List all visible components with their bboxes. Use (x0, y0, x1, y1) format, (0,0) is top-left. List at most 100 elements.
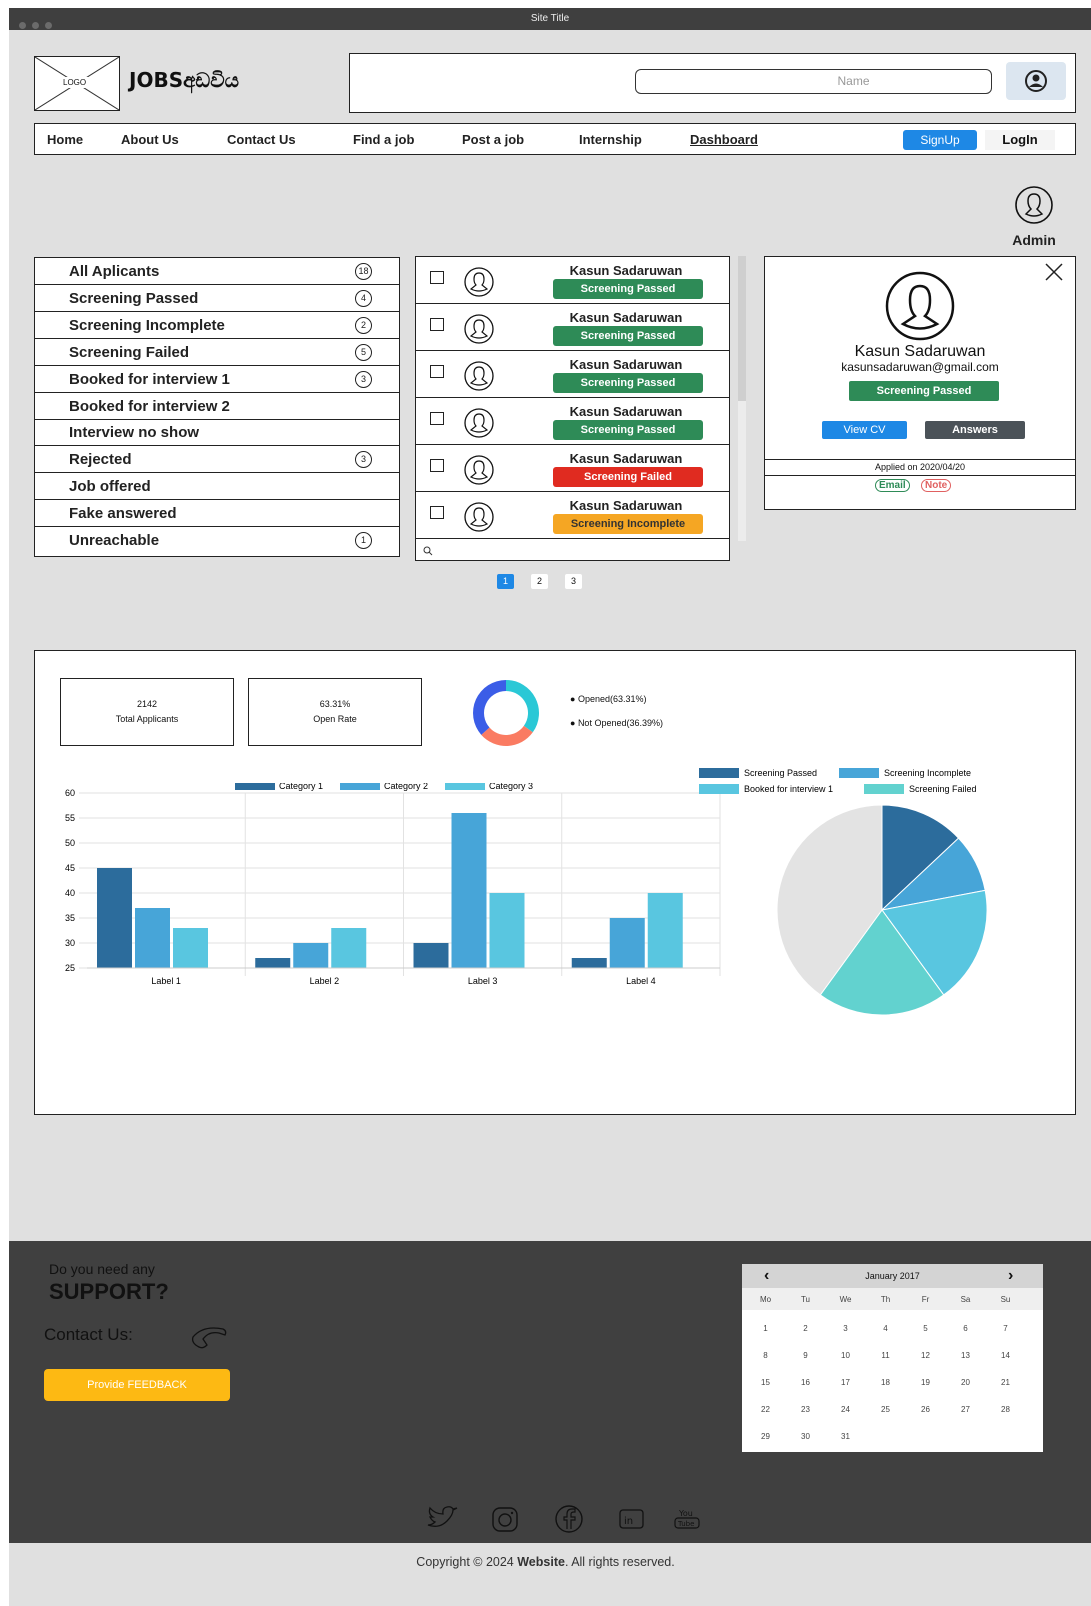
filter-item[interactable]: Unreachable 1 (35, 527, 399, 554)
calendar-day[interactable]: 17 (825, 1378, 866, 1387)
close-icon[interactable] (1043, 261, 1065, 283)
calendar-day[interactable]: 14 (985, 1351, 1026, 1360)
answers-button[interactable]: Answers (925, 421, 1025, 439)
nav-dashboard[interactable]: Dashboard (690, 132, 758, 147)
applicant-row[interactable]: Kasun Sadaruwan Screening Passed (416, 304, 729, 351)
calendar-day[interactable]: 28 (985, 1405, 1026, 1414)
calendar-day[interactable]: 8 (745, 1351, 786, 1360)
phone-icon[interactable] (187, 1321, 231, 1351)
page-3-button[interactable]: 3 (565, 574, 582, 589)
calendar-day[interactable]: 11 (865, 1351, 906, 1360)
calendar-day[interactable]: 20 (945, 1378, 986, 1387)
list-search-icon[interactable] (422, 544, 436, 558)
twitter-icon[interactable] (425, 1505, 459, 1531)
email-button[interactable]: Email (875, 479, 910, 492)
window-controls[interactable] (19, 16, 58, 38)
prev-month-icon[interactable]: ‹ (764, 1264, 769, 1288)
note-button[interactable]: Note (921, 479, 952, 492)
calendar-day[interactable]: 23 (785, 1405, 826, 1414)
calendar-day[interactable]: 18 (865, 1378, 906, 1387)
calendar-day[interactable]: 5 (905, 1324, 946, 1333)
y-tick-label: 55 (65, 813, 75, 823)
nav-post-a-job[interactable]: Post a job (462, 132, 524, 147)
filter-item[interactable]: Job offered (35, 473, 399, 501)
legend-label: Category 1 (279, 783, 323, 791)
applicant-checkbox[interactable] (430, 506, 444, 519)
open-rate-value: 63.31% (319, 699, 351, 709)
signup-button[interactable]: SignUp (903, 130, 977, 150)
youtube-icon[interactable]: You Tube (672, 1506, 702, 1532)
applicant-checkbox[interactable] (430, 318, 444, 331)
calendar-day[interactable]: 12 (905, 1351, 946, 1360)
filter-count-badge: 2 (355, 316, 372, 334)
applicant-checkbox[interactable] (430, 365, 444, 378)
calendar-day[interactable]: 15 (745, 1378, 786, 1387)
applicant-row[interactable]: Kasun Sadaruwan Screening Passed (416, 398, 729, 445)
calendar-day[interactable]: 27 (945, 1405, 986, 1414)
nav-about-us[interactable]: About Us (121, 132, 179, 147)
calendar-day[interactable]: 31 (825, 1432, 866, 1441)
page-1-button[interactable]: 1 (497, 574, 514, 589)
nav-find-a-job[interactable]: Find a job (353, 132, 414, 147)
weekday-label: Tu (800, 1295, 811, 1304)
filter-item[interactable]: Screening Passed 4 (35, 285, 399, 312)
applicant-row[interactable]: Kasun Sadaruwan Screening Passed (416, 351, 729, 398)
calendar-day[interactable]: 24 (825, 1405, 866, 1414)
filter-item[interactable]: Interview no show (35, 419, 399, 447)
filter-item[interactable]: Rejected 3 (35, 446, 399, 474)
calendar-day[interactable]: 26 (905, 1405, 946, 1414)
applicant-list: Kasun Sadaruwan Screening Passed Kasun Sad… (415, 256, 730, 561)
applicant-row[interactable]: Kasun Sadaruwan Screening Passed (416, 257, 729, 304)
applicant-name: Kasun Sadaruwan (569, 263, 683, 278)
logo-placeholder[interactable]: LOGO (34, 56, 120, 111)
filter-item[interactable]: Fake answered (35, 500, 399, 528)
applicant-status-badge: Screening Passed (553, 373, 703, 393)
search-input[interactable]: Name (635, 69, 992, 94)
calendar-day[interactable]: 9 (785, 1351, 826, 1360)
filter-item[interactable]: Booked for interview 1 3 (35, 366, 399, 393)
calendar-day[interactable]: 29 (745, 1432, 786, 1441)
applicant-checkbox[interactable] (430, 271, 444, 284)
facebook-icon[interactable] (552, 1504, 586, 1534)
copyright-site-link[interactable]: Website (517, 1555, 565, 1569)
view-cv-button[interactable]: View CV (822, 421, 907, 439)
calendar-day[interactable]: 16 (785, 1378, 826, 1387)
calendar-day[interactable]: 7 (985, 1324, 1026, 1333)
calendar-day[interactable]: 10 (825, 1351, 866, 1360)
calendar-day[interactable]: 30 (785, 1432, 826, 1441)
calendar-day[interactable]: 21 (985, 1378, 1026, 1387)
calendar-day[interactable]: 13 (945, 1351, 986, 1360)
calendar-day[interactable]: 25 (865, 1405, 906, 1414)
linkedin-icon[interactable]: in (618, 1508, 646, 1530)
filter-item[interactable]: Screening Failed 5 (35, 339, 399, 366)
calendar-day[interactable]: 3 (825, 1324, 866, 1333)
nav-internship[interactable]: Internship (579, 132, 642, 147)
detail-email[interactable]: kasunsadaruwan@gmail.com (765, 360, 1075, 374)
nav-contact-us[interactable]: Contact Us (227, 132, 296, 147)
applicant-row[interactable]: Kasun Sadaruwan Screening Incomplete (416, 492, 729, 539)
filter-item[interactable]: Screening Incomplete 2 (35, 312, 399, 339)
page-2-button[interactable]: 2 (531, 574, 548, 589)
admin-profile[interactable]: Admin (1006, 185, 1062, 248)
calendar-day[interactable]: 4 (865, 1324, 906, 1333)
applicant-checkbox[interactable] (430, 412, 444, 425)
calendar-day[interactable]: 6 (945, 1324, 986, 1333)
applicant-row[interactable]: Kasun Sadaruwan Screening Failed (416, 445, 729, 492)
instagram-icon[interactable] (490, 1505, 520, 1533)
copyright-prefix: Copyright © 2024 (416, 1555, 518, 1569)
calendar-day[interactable]: 22 (745, 1405, 786, 1414)
next-month-icon[interactable]: › (1008, 1264, 1013, 1288)
provide-feedback-button[interactable]: Provide FEEDBACK (44, 1369, 230, 1401)
applicant-checkbox[interactable] (430, 459, 444, 472)
calendar-day[interactable]: 1 (745, 1324, 786, 1333)
filter-item[interactable]: All Aplicants 18 (35, 258, 399, 285)
nav-home[interactable]: Home (47, 132, 83, 147)
login-button[interactable]: LogIn (985, 130, 1055, 150)
calendar-day[interactable]: 2 (785, 1324, 826, 1333)
brand-name[interactable]: JOBSඅඩවිය (129, 68, 239, 92)
filter-item[interactable]: Booked for interview 2 (35, 393, 399, 420)
legend-not-opened: ● Not Opened(36.39%) (570, 718, 663, 728)
scrollbar-thumb[interactable] (738, 256, 746, 401)
user-account-button[interactable] (1006, 62, 1066, 100)
calendar-day[interactable]: 19 (905, 1378, 946, 1387)
